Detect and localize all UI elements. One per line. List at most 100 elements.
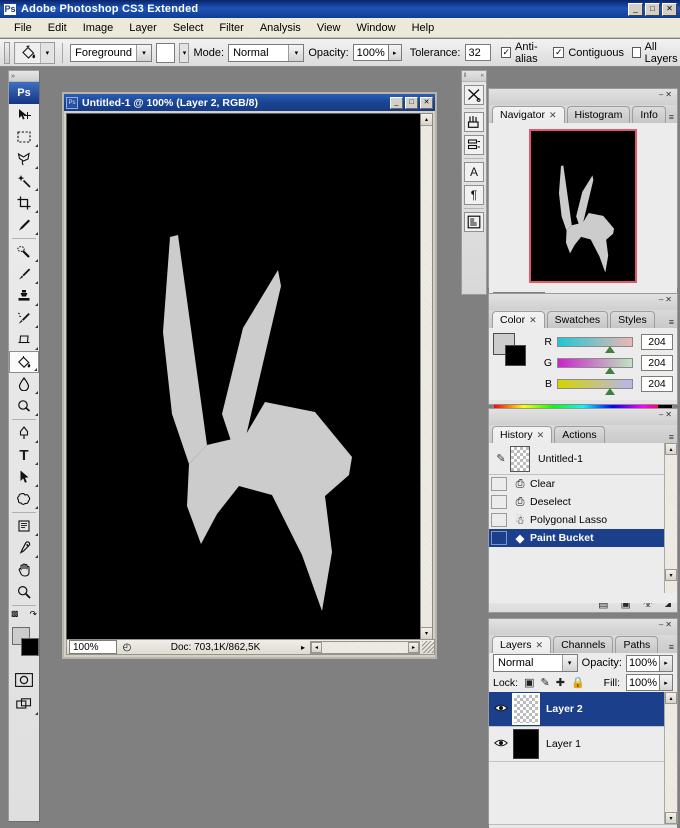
tab-channels[interactable]: Channels — [553, 636, 614, 653]
close-button[interactable]: ✕ — [662, 2, 677, 16]
layer-opacity-chevron-right-icon[interactable]: ▸ — [660, 654, 673, 672]
minimize-button[interactable]: _ — [628, 2, 643, 16]
channel-r-knob[interactable] — [605, 346, 616, 353]
tool-preset-dropdown-icon[interactable]: ▾ — [40, 42, 54, 63]
marquee-flyout-indicator[interactable] — [35, 144, 38, 147]
layers-scroll-up-button[interactable]: ▴ — [665, 692, 677, 704]
eraser-flyout-indicator[interactable] — [35, 347, 38, 350]
notes-flyout-indicator[interactable] — [35, 533, 38, 536]
pattern-swatch[interactable] — [155, 42, 176, 63]
scroll-down-button[interactable]: ▾ — [421, 627, 432, 639]
pattern-chevron-down-icon[interactable]: ▾ — [179, 42, 190, 63]
magic-wand-flyout-indicator[interactable] — [35, 188, 38, 191]
pen-tool[interactable] — [9, 422, 39, 444]
dodge-flyout-indicator[interactable] — [35, 413, 38, 416]
layers-panel-menu-icon[interactable]: ≡ — [669, 642, 674, 652]
tab-color[interactable]: Color ✕ — [492, 311, 545, 328]
layer-visibility-toggle[interactable] — [489, 703, 513, 716]
lasso-flyout-indicator[interactable] — [35, 166, 38, 169]
crop-tool[interactable] — [9, 192, 39, 214]
slice-flyout-indicator[interactable] — [35, 232, 38, 235]
layer-opacity-control[interactable]: 100% ▸ — [626, 654, 673, 672]
move-tool[interactable] — [9, 104, 39, 126]
channel-g-knob[interactable] — [605, 367, 616, 374]
default-colors-icon[interactable]: ▩ — [11, 609, 19, 618]
hand-tool[interactable] — [9, 559, 39, 581]
contiguous-option[interactable]: ✓ Contiguous — [553, 47, 624, 59]
menu-analysis[interactable]: Analysis — [252, 20, 309, 36]
eraser-tool[interactable] — [9, 329, 39, 351]
blur-tool[interactable] — [9, 373, 39, 395]
path-selection-tool[interactable] — [9, 466, 39, 488]
tab-layers-close-icon[interactable]: ✕ — [536, 640, 544, 651]
status-menu-chevron-right-icon[interactable]: ▸ — [296, 643, 310, 652]
clone-stamp-flyout-indicator[interactable] — [35, 303, 38, 306]
history-brush-toggle[interactable] — [491, 531, 507, 545]
menu-file[interactable]: File — [6, 20, 40, 36]
type-tool[interactable]: T — [9, 444, 39, 466]
document-titlebar[interactable]: Ps Untitled-1 @ 100% (Layer 2, RGB/8) _ … — [64, 94, 435, 111]
clone-stamp-tool[interactable] — [9, 285, 39, 307]
tab-navigator[interactable]: Navigator ✕ — [492, 106, 565, 123]
paragraph-panel-button[interactable]: ¶ — [464, 185, 484, 205]
navigator-panel-controls[interactable]: –✕ — [659, 90, 674, 99]
document-close-button[interactable]: ✕ — [420, 96, 433, 109]
tab-history[interactable]: History ✕ — [492, 426, 553, 443]
layers-scroll-track[interactable] — [665, 704, 677, 812]
slice-tool[interactable] — [9, 214, 39, 236]
magic-wand-tool[interactable] — [9, 170, 39, 192]
blend-mode-chevron-down-icon[interactable]: ▾ — [288, 44, 304, 61]
toolbox-grip[interactable]: » — [9, 71, 39, 82]
layer-fill-chevron-right-icon[interactable]: ▸ — [660, 674, 673, 691]
canvas-horizontal-scrollbar[interactable]: ◂ ▸ — [310, 640, 420, 654]
all-layers-checkbox[interactable] — [631, 47, 641, 58]
vertical-scroll-track[interactable] — [421, 126, 432, 627]
history-panel-menu-icon[interactable]: ≡ — [669, 432, 674, 442]
tab-history-close-icon[interactable]: ✕ — [537, 430, 545, 441]
layer-name-layer-1[interactable]: Layer 1 — [546, 738, 581, 750]
color-panel-controls[interactable]: –✕ — [659, 295, 674, 304]
lock-image-pixels-icon[interactable]: ✎ — [541, 676, 550, 689]
path-selection-flyout-indicator[interactable] — [35, 484, 38, 487]
history-scroll-up-button[interactable]: ▴ — [665, 443, 677, 455]
history-state-paint-bucket[interactable]: ◆ Paint Bucket — [489, 529, 677, 547]
history-brush-flyout-indicator[interactable] — [35, 325, 38, 328]
menu-layer[interactable]: Layer — [121, 20, 165, 36]
layers-scroll-down-button[interactable]: ▾ — [665, 812, 677, 824]
history-panel-controls[interactable]: –✕ — [659, 410, 674, 419]
canvas-zoom-input[interactable]: 100% — [69, 640, 117, 654]
swap-colors-icon[interactable]: ↷ — [29, 609, 37, 620]
fill-source-chevron-down-icon[interactable]: ▾ — [135, 44, 151, 61]
layer-blend-mode-select[interactable]: Normal ▾ — [493, 654, 578, 672]
eyedropper-flyout-indicator[interactable] — [35, 555, 38, 558]
opacity-chevron-right-icon[interactable]: ▸ — [388, 44, 402, 61]
navigator-preview-area[interactable] — [489, 123, 677, 288]
screen-mode-flyout-indicator[interactable] — [35, 712, 38, 715]
image-canvas[interactable] — [66, 113, 423, 640]
menu-select[interactable]: Select — [165, 20, 212, 36]
layer-thumbnail[interactable] — [512, 693, 540, 725]
menu-filter[interactable]: Filter — [211, 20, 251, 36]
history-brush-toggle[interactable] — [491, 495, 507, 509]
rectangular-marquee-tool[interactable] — [9, 126, 39, 148]
crop-flyout-indicator[interactable] — [35, 210, 38, 213]
layer-row-layer-2[interactable]: Layer 2 — [489, 692, 677, 727]
all-layers-option[interactable]: All Layers — [631, 41, 680, 65]
blend-mode-select[interactable]: Normal ▾ — [228, 43, 305, 62]
tab-histogram[interactable]: Histogram — [566, 106, 631, 123]
channel-r-value[interactable]: 204 — [641, 334, 673, 350]
history-brush-toggle[interactable] — [491, 477, 507, 491]
tab-actions[interactable]: Actions — [554, 426, 605, 443]
tab-layers[interactable]: Layers ✕ — [492, 636, 552, 653]
brushes-panel-button[interactable] — [464, 112, 484, 132]
tab-styles[interactable]: Styles — [610, 311, 655, 328]
spot-healing-brush-tool[interactable] — [9, 241, 39, 263]
layer-row-layer-1[interactable]: Layer 1 — [489, 727, 677, 762]
shape-flyout-indicator[interactable] — [35, 506, 38, 509]
screen-mode-button[interactable] — [9, 694, 39, 716]
contiguous-checkbox[interactable]: ✓ — [553, 47, 565, 58]
history-brush-source-icon[interactable]: ✎ — [492, 452, 510, 465]
tool-preset-picker[interactable]: ▾ — [14, 41, 56, 64]
pen-flyout-indicator[interactable] — [35, 440, 38, 443]
brush-flyout-indicator[interactable] — [35, 281, 38, 284]
